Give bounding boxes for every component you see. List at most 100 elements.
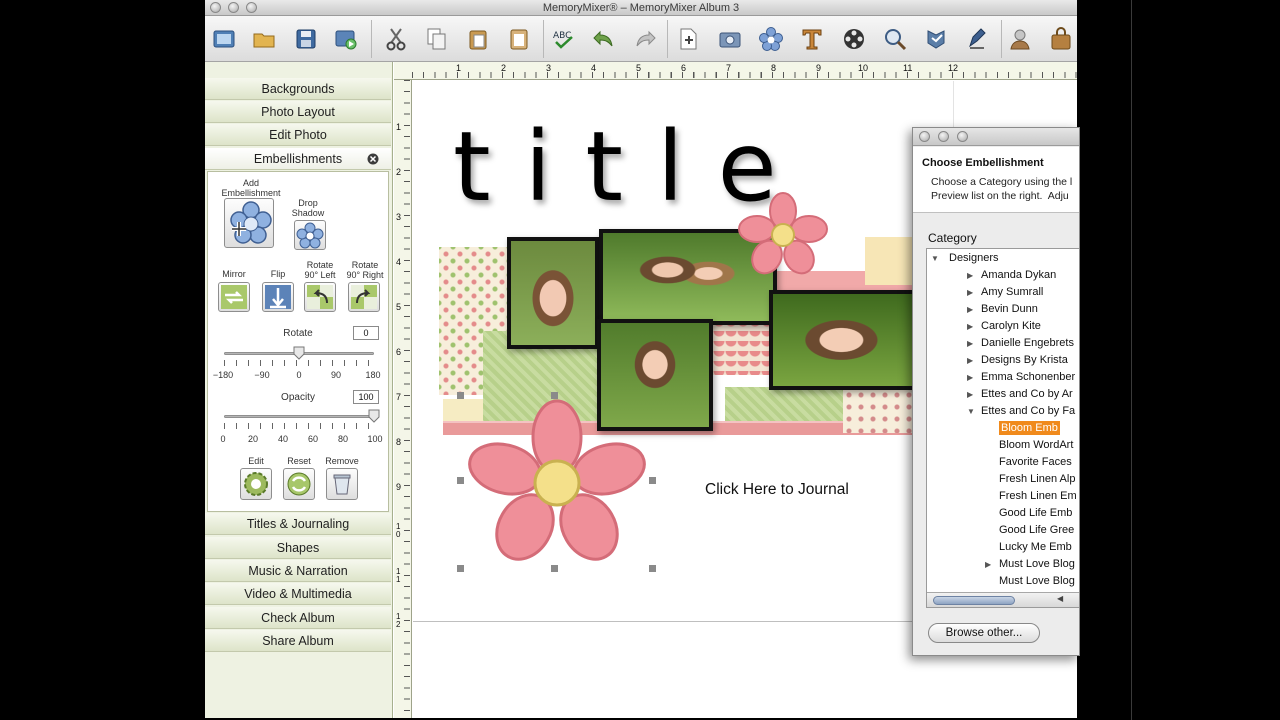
disclosure-closed-icon[interactable]: ▶ [967,352,973,369]
disclosure-closed-icon[interactable]: ▶ [967,386,973,403]
paper-cream-tag[interactable] [865,237,915,285]
stamp-icon[interactable] [923,26,949,52]
close-window-button[interactable] [210,2,221,13]
dialog-titlebar[interactable] [913,128,1079,146]
flower-icon[interactable] [758,26,784,52]
opacity-slider-track[interactable] [224,415,374,418]
scroll-left-arrow-icon[interactable]: ◀ [1057,594,1063,603]
tree-item[interactable]: Good Life Emb [999,505,1072,522]
selection-handle[interactable] [457,392,464,399]
rotate-left-button[interactable] [304,282,336,312]
disclosure-closed-icon[interactable]: ▶ [967,369,973,386]
cut-icon[interactable] [383,26,409,52]
tree-item[interactable]: ▶ Danielle Engebrets [967,335,1074,352]
tree-item[interactable]: ▶ Ettes and Co by Ar [967,386,1073,403]
reset-button[interactable] [283,468,315,500]
journal-text-box[interactable]: Click Here to Journal [705,481,849,499]
tree-item[interactable]: Lucky Me Emb [999,539,1072,556]
photo-girl-smiling[interactable] [769,290,929,390]
zoom-window-button[interactable] [246,2,257,13]
category-embellishments[interactable]: Embellishments [205,148,391,170]
category-share-album[interactable]: Share Album [205,630,391,652]
selection-handle[interactable] [551,392,558,399]
selection-handle[interactable] [649,565,656,572]
disclosure-closed-icon[interactable]: ▶ [967,284,973,301]
category-edit-photo[interactable]: Edit Photo [205,124,391,146]
browse-other-button[interactable]: Browse other... [928,623,1040,643]
tree-item[interactable]: Must Love Blog [999,573,1075,590]
tree-item[interactable]: ▶ Amy Sumrall [967,284,1043,301]
photo-girl-1[interactable] [507,237,599,349]
selection-handle[interactable] [649,477,656,484]
bag-icon[interactable] [1048,26,1074,52]
disclosure-closed-icon[interactable]: ▶ [985,556,991,573]
new-page-icon[interactable] [675,26,701,52]
zoom-icon[interactable] [882,26,908,52]
tree-item[interactable]: ▶ Must Love Blog [985,556,1075,573]
tree-item-designers[interactable]: ▼ Designers [931,250,999,267]
film-icon[interactable] [841,26,867,52]
tree-item[interactable]: Fresh Linen Em [999,488,1077,505]
selection-handle[interactable] [457,565,464,572]
open-icon[interactable] [251,26,277,52]
new-album-icon[interactable] [211,26,237,52]
remove-button[interactable] [326,468,358,500]
spell-check-icon[interactable]: ABC [551,26,577,52]
flower-embellishment-small[interactable] [735,191,831,277]
category-titles-journaling[interactable]: Titles & Journaling [205,513,391,535]
edit-button[interactable] [240,468,272,500]
disclosure-closed-icon[interactable]: ▶ [967,335,973,352]
clipboard-icon[interactable] [506,26,532,52]
add-embellishment-button[interactable] [224,198,274,248]
tree-item[interactable]: ▶ Designs By Krista [967,352,1068,369]
preview-icon[interactable] [333,26,359,52]
disclosure-closed-icon[interactable]: ▶ [967,318,973,335]
mirror-button[interactable] [218,282,250,312]
drop-shadow-button[interactable] [294,220,326,250]
dialog-zoom-button[interactable] [957,131,968,142]
dialog-close-button[interactable] [919,131,930,142]
rotate-slider-thumb[interactable] [293,346,305,360]
paste-icon[interactable] [465,26,491,52]
disclosure-closed-icon[interactable]: ▶ [967,301,973,318]
tree-item[interactable]: Good Life Gree [999,522,1074,539]
tree-item[interactable]: ▶ Amanda Dykan [967,267,1056,284]
tree-item[interactable]: Favorite Faces [999,454,1072,471]
category-check-album[interactable]: Check Album [205,607,391,629]
disclosure-open-icon[interactable]: ▼ [967,403,975,420]
dialog-minimize-button[interactable] [938,131,949,142]
window-titlebar[interactable]: MemoryMixer® – MemoryMixer Album 3 [205,0,1077,16]
opacity-slider-thumb[interactable] [368,409,380,423]
category-backgrounds[interactable]: Backgrounds [205,78,391,100]
category-music-narration[interactable]: Music & Narration [205,560,391,582]
flower-embellishment-large[interactable] [465,399,649,569]
photo-icon[interactable] [717,26,743,52]
rotate-value-field[interactable]: 0 [353,326,379,340]
tree-item[interactable]: ▶ Emma Schonenber [967,369,1075,386]
tree-horizontal-scrollbar[interactable]: ◀ [927,592,1079,607]
person-icon[interactable] [1007,26,1033,52]
tree-item[interactable]: ▼ Ettes and Co by Fa [967,403,1075,420]
save-icon[interactable] [293,26,319,52]
disclosure-open-icon[interactable]: ▼ [931,250,939,267]
tree-item-selected[interactable]: Bloom Emb [999,420,1060,437]
disclosure-closed-icon[interactable]: ▶ [967,267,973,284]
opacity-value-field[interactable]: 100 [353,390,379,404]
category-photo-layout[interactable]: Photo Layout [205,101,391,123]
tree-item[interactable]: Fresh Linen Alp [999,471,1075,488]
selection-handle[interactable] [457,477,464,484]
tree-item[interactable]: ▶ Carolyn Kite [967,318,1041,335]
category-shapes[interactable]: Shapes [205,537,391,559]
minimize-window-button[interactable] [228,2,239,13]
scrollbar-thumb[interactable] [933,596,1015,605]
tree-item[interactable]: Bloom WordArt [999,437,1073,454]
close-icon[interactable] [367,153,379,165]
tree-item[interactable]: ▶ Bevin Dunn [967,301,1038,318]
copy-icon[interactable] [423,26,449,52]
flip-button[interactable] [262,282,294,312]
pen-icon[interactable] [964,26,990,52]
category-tree[interactable]: ▼ Designers ▶ Amanda Dykan ▶ Amy Sumrall ▶ B… [926,248,1079,608]
rotate-right-button[interactable] [348,282,380,312]
category-video-multimedia[interactable]: Video & Multimedia [205,583,391,605]
undo-icon[interactable] [591,26,617,52]
